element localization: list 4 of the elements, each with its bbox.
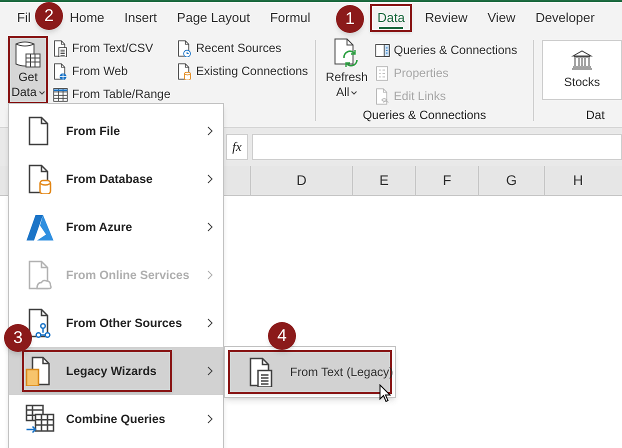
step-number-tooltip: 4 <box>268 322 296 350</box>
group-label: Queries & Connections <box>362 107 488 124</box>
group-label: Dat <box>585 107 606 124</box>
function-label: fx <box>226 134 248 160</box>
